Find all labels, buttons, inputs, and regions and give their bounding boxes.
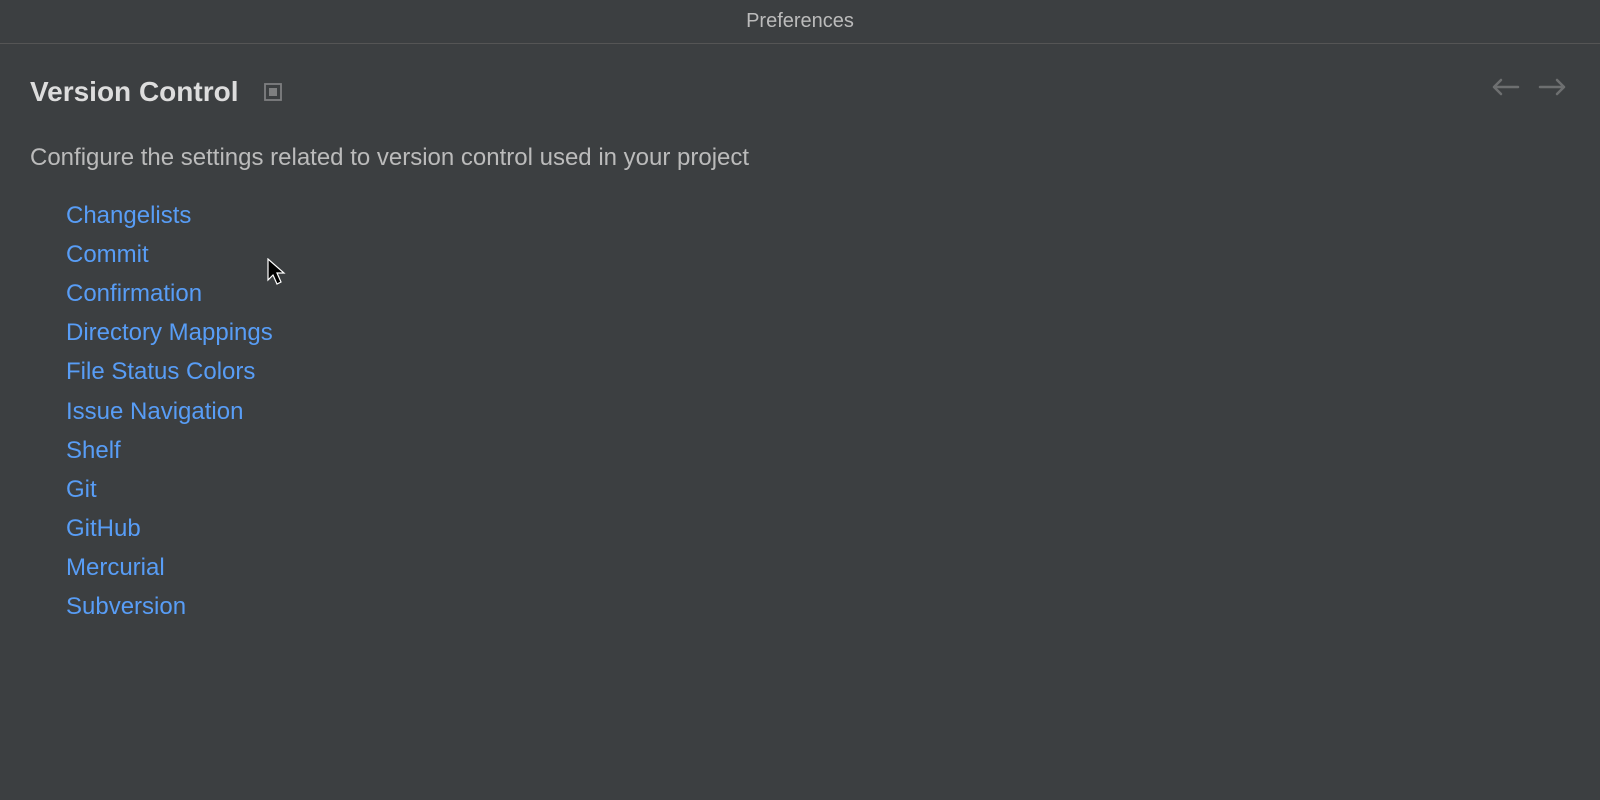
project-level-icon xyxy=(264,83,282,101)
link-confirmation[interactable]: Confirmation xyxy=(66,274,1570,313)
link-mercurial[interactable]: Mercurial xyxy=(66,548,1570,587)
link-subversion[interactable]: Subversion xyxy=(66,587,1570,626)
forward-arrow-icon[interactable] xyxy=(1538,78,1566,96)
settings-links-list: Changelists Commit Confirmation Director… xyxy=(30,196,1570,626)
section-title: Version Control xyxy=(30,76,238,108)
nav-arrows xyxy=(1492,78,1566,96)
link-commit[interactable]: Commit xyxy=(66,235,1570,274)
section-header: Version Control xyxy=(30,76,1570,108)
link-file-status-colors[interactable]: File Status Colors xyxy=(66,352,1570,391)
back-arrow-icon[interactable] xyxy=(1492,78,1520,96)
link-git[interactable]: Git xyxy=(66,470,1570,509)
section-description: Configure the settings related to versio… xyxy=(30,144,1570,172)
window-title: Preferences xyxy=(746,10,854,33)
link-shelf[interactable]: Shelf xyxy=(66,431,1570,470)
link-changelists[interactable]: Changelists xyxy=(66,196,1570,235)
link-github[interactable]: GitHub xyxy=(66,509,1570,548)
link-directory-mappings[interactable]: Directory Mappings xyxy=(66,313,1570,352)
title-bar: Preferences xyxy=(0,0,1600,44)
content-area: Version Control Configure the settings r… xyxy=(0,44,1600,626)
link-issue-navigation[interactable]: Issue Navigation xyxy=(66,392,1570,431)
